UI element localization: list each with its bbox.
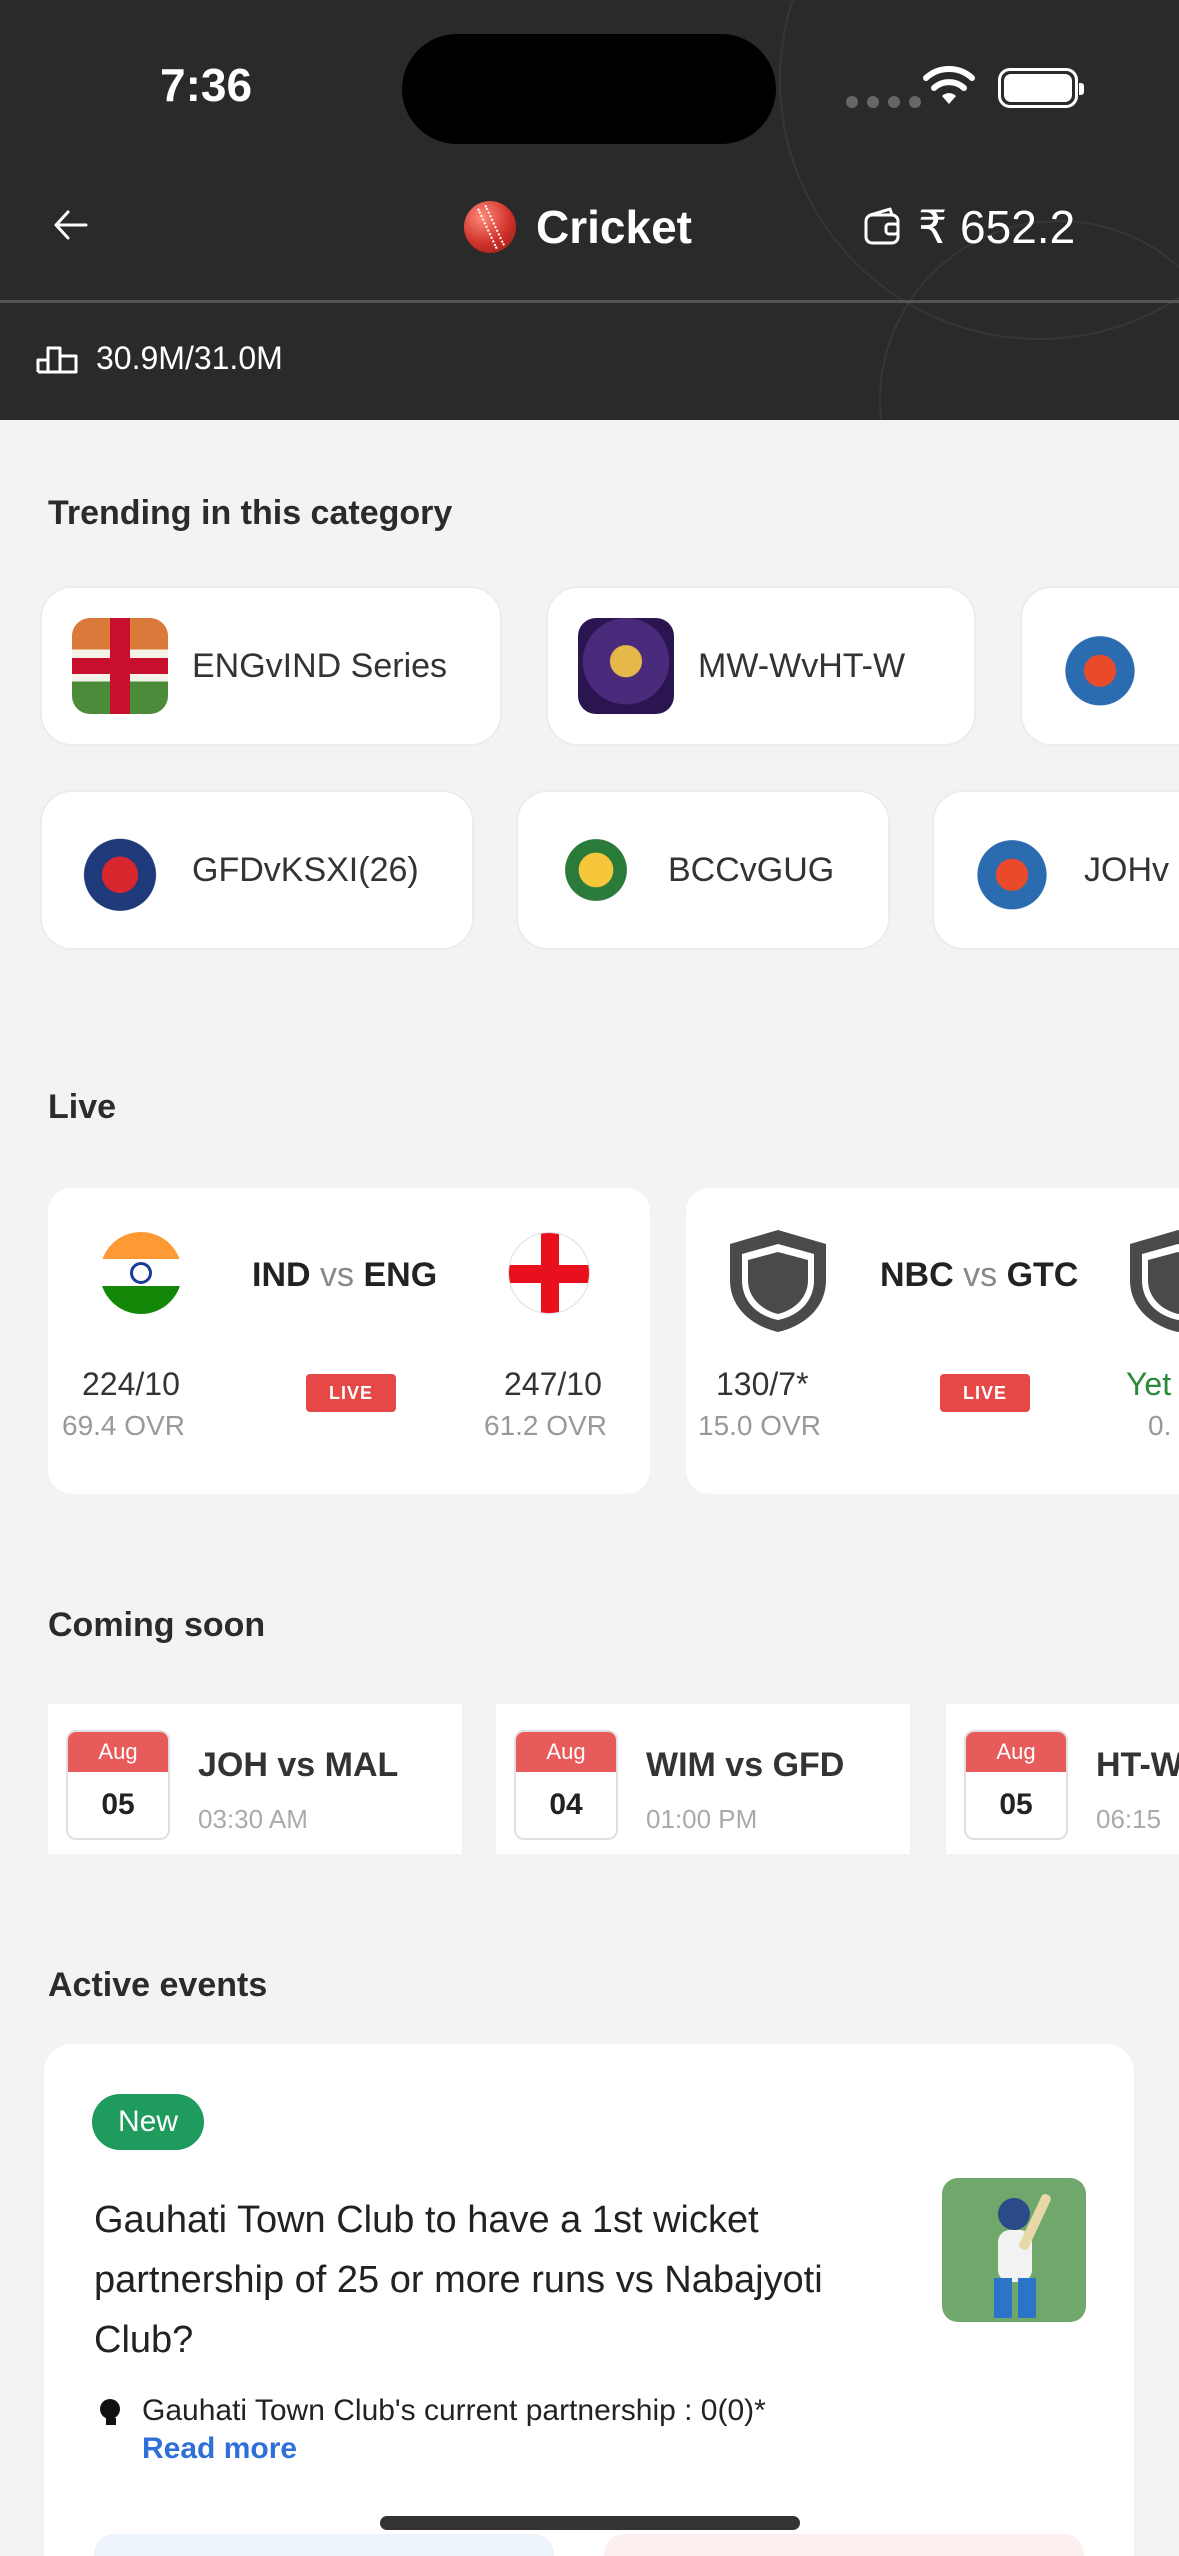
calendar-month: Aug [68,1732,168,1772]
team-a-overs: 15.0 OVR [698,1410,821,1441]
live-badge: LIVE [940,1374,1030,1412]
trending-item[interactable] [1020,586,1179,746]
partnership-info: Gauhati Town Club's current partnership … [142,2394,766,2427]
wallet-balance: ₹ 652.2 [918,201,1076,253]
yes-option-button[interactable] [94,2534,554,2556]
england-flag-icon [508,1232,590,1314]
trending-item-label: GFDvKSXI(26) [192,850,419,889]
status-time: 7:36 [160,59,253,111]
back-arrow-icon[interactable] [46,200,96,250]
match-teams: NBC vs GTC [880,1256,1078,1295]
upcoming-match-card[interactable]: Aug 05 JOH vs MAL 03:30 AM [48,1704,462,1854]
trending-item-label: JOHv [1084,850,1169,889]
live-match-card[interactable]: NBC vs GTC 130/7* 15.0 OVR LIVE Yet 0. [686,1188,1179,1494]
new-badge: New [92,2094,204,2150]
event-question: Gauhati Town Club to have a 1st wicket p… [94,2199,823,2361]
vs-label: vs [963,1256,998,1294]
trending-item-label: BCCvGUG [668,850,835,889]
vs-label: vs [320,1256,355,1294]
india-flag-icon [100,1232,182,1314]
section-title-coming-soon: Coming soon [48,1606,266,1644]
divider [0,300,1179,303]
upcoming-match-time: 01:00 PM [646,1804,758,1834]
no-option-button[interactable] [604,2534,1084,2556]
shield-icon [730,1230,826,1332]
trending-item[interactable]: BCCvGUG [516,790,890,950]
trending-item[interactable]: GFDvKSXI(26) [40,790,474,950]
read-more-link[interactable]: Read more [142,2432,297,2466]
home-indicator [380,2516,800,2530]
team-b-name: ENG [363,1256,438,1294]
section-title-trending: Trending in this category [48,494,453,532]
volume-info: 30.9M/31.0M [36,340,283,377]
cellular-signal-icon [846,96,921,108]
series-logo [1052,618,1148,714]
calendar-day: 05 [101,1788,135,1821]
trending-item-label: ENGvIND Series [192,646,448,685]
calendar-date: Aug 05 [66,1730,170,1840]
live-match-card[interactable]: IND vs ENG 224/10 69.4 OVR LIVE 247/10 6… [48,1188,650,1494]
team-a-score: 224/10 [82,1366,180,1402]
upcoming-match-card[interactable]: Aug 04 WIM vs GFD 01:00 PM [496,1704,910,1854]
wallet-balance-button[interactable]: ₹ 652.2 [862,200,1075,254]
batsman-icon [994,2194,1051,2318]
batsman-image [942,2178,1086,2322]
calendar-day: 05 [999,1788,1033,1821]
match-teams: IND vs ENG [252,1256,437,1295]
page-title-group: Cricket [464,200,692,254]
calendar-date: Aug 04 [514,1730,618,1840]
upcoming-match-title: WIM vs GFD [646,1746,845,1784]
dynamic-island [402,34,776,144]
trending-item-label: MW-WvHT-W [698,646,906,685]
volume-value: 30.9M/31.0M [96,340,283,376]
series-logo [964,822,1060,918]
team-a-name: NBC [880,1256,954,1294]
upcoming-match-time: 03:30 AM [198,1804,308,1834]
live-badge: LIVE [306,1374,396,1412]
calendar-month: Aug [516,1732,616,1772]
team-b-overs: 61.2 OVR [484,1410,607,1441]
wallet-icon [864,207,900,245]
event-card[interactable]: New Gauhati Town Club to have a 1st wick… [44,2044,1134,2556]
app-header: 7:36 Cricket ₹ 652.2 30.9M/31.0M [0,0,1179,420]
trending-item[interactable]: MW-WvHT-W [546,586,976,746]
calendar-day: 04 [549,1788,583,1821]
team-a-name: IND [252,1256,311,1294]
series-logo [578,618,674,714]
team-b-score: 247/10 [504,1366,602,1402]
team-b-score: Yet [1126,1366,1172,1402]
series-logo [72,822,168,918]
trending-item[interactable]: ENGvIND Series [40,586,502,746]
series-logo [72,618,168,714]
team-a-overs: 69.4 OVR [62,1410,185,1441]
upcoming-match-card[interactable]: Aug 05 HT-W 06:15 [946,1704,1179,1854]
calendar-month: Aug [966,1732,1066,1772]
team-b-overs: 0. [1148,1410,1172,1441]
upcoming-match-title: HT-W [1096,1746,1179,1784]
upcoming-match-title: JOH vs MAL [198,1746,399,1784]
team-a-score: 130/7* [716,1366,809,1402]
section-title-live: Live [48,1088,117,1126]
bar-chart-icon [36,346,78,373]
wifi-icon [923,66,975,104]
series-logo [548,822,644,918]
calendar-date: Aug 05 [964,1730,1068,1840]
team-b-name: GTC [1006,1256,1079,1294]
cricket-ball-icon [464,201,516,253]
section-title-active-events: Active events [48,1966,268,2004]
lightbulb-icon [100,2399,120,2425]
trending-item[interactable]: JOHv [932,790,1179,950]
upcoming-match-time: 06:15 [1096,1804,1162,1834]
battery-icon [998,68,1084,108]
shield-icon [1130,1230,1179,1332]
page-title: Cricket [536,201,692,253]
